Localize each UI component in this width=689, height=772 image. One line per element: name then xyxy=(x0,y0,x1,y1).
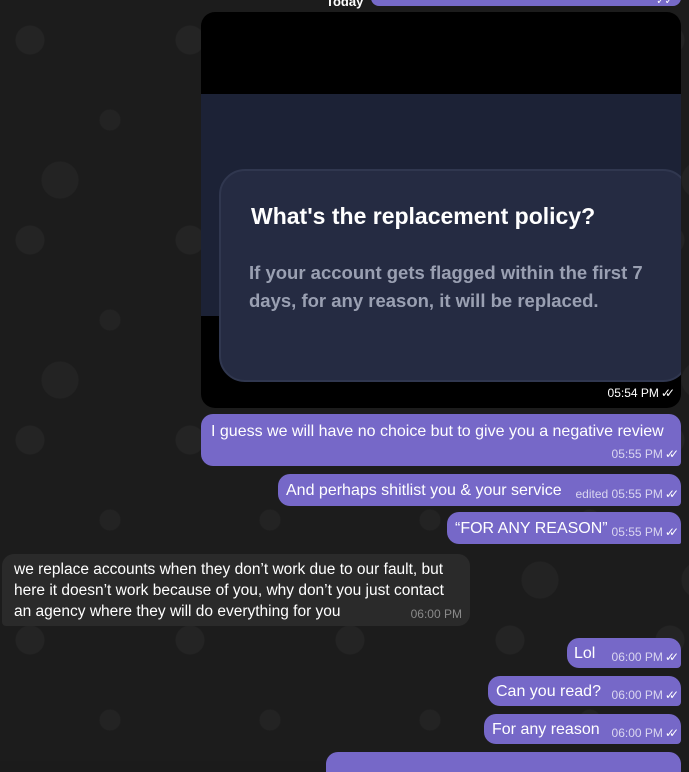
message-time: 06:00 PM ✓✓ xyxy=(611,688,680,702)
double-check-icon: ✓✓ xyxy=(664,688,679,702)
message-time: 06:00 PM ✓✓ xyxy=(611,726,680,740)
message-time: 06:00 PM xyxy=(411,607,462,621)
double-check-icon: ✓✓ xyxy=(664,487,679,501)
message-time-text: 06:00 PM xyxy=(611,650,663,664)
message-time-text: 06:00 PM xyxy=(611,726,663,740)
double-check-icon: ✓✓ xyxy=(660,386,675,400)
edited-label: edited xyxy=(575,487,609,501)
message-bubble[interactable]: For any reason 06:00 PM ✓✓ xyxy=(484,714,681,744)
policy-card-title: What's the replacement policy? xyxy=(251,203,596,229)
message-text: we replace accounts when they don’t work… xyxy=(14,561,444,620)
message-text: Can you read? xyxy=(496,683,601,700)
photo-message[interactable]: What's the replacement policy? If your a… xyxy=(201,12,681,408)
message-time: 05:54 PM ✓✓ xyxy=(607,386,676,400)
message-text: Lol xyxy=(574,645,596,662)
message-time-text: 05:54 PM xyxy=(607,386,659,400)
message-time: 06:00 PM ✓✓ xyxy=(611,650,680,664)
message-text: I guess we will have no choice but to gi… xyxy=(211,423,664,440)
message-bubble[interactable]: Lol 06:00 PM ✓✓ xyxy=(567,638,681,668)
message-bubble[interactable]: “FOR ANY REASON” 05:55 PM ✓✓ xyxy=(447,512,681,544)
double-check-icon: ✓✓ xyxy=(664,726,679,740)
message-time-text: 05:55 PM xyxy=(611,525,663,539)
message-time-text: 05:55 PM xyxy=(611,447,663,461)
double-check-icon: ✓✓ xyxy=(664,525,679,539)
message-time: 05:55 PM ✓✓ xyxy=(611,447,680,461)
message-text: “FOR ANY REASON” xyxy=(455,520,608,537)
message-time-text: 06:00 PM xyxy=(611,688,663,702)
message-bubble[interactable]: And perhaps shitlist you & your service … xyxy=(278,474,681,506)
message-bubble[interactable]: we replace accounts when they don’t work… xyxy=(2,554,470,626)
message-time: edited 05:55 PM ✓✓ xyxy=(575,487,679,501)
photo-image[interactable]: What's the replacement policy? If your a… xyxy=(201,94,681,382)
message-bubble[interactable]: Can you read? 06:00 PM ✓✓ xyxy=(488,676,681,706)
message-time-text: 05:55 PM xyxy=(611,487,663,501)
policy-card: What's the replacement policy? If your a… xyxy=(219,169,681,382)
message-text: For any reason xyxy=(492,721,600,738)
message-text: And perhaps shitlist you & your service xyxy=(286,482,562,499)
message-time-text: 06:00 PM xyxy=(410,607,462,621)
message-bubble[interactable]: I guess we will have no choice but to gi… xyxy=(201,414,681,466)
double-check-icon: ✓✓ xyxy=(656,0,673,7)
date-separator: Today xyxy=(326,0,364,9)
double-check-icon: ✓✓ xyxy=(664,447,679,461)
message-bubble-partial[interactable] xyxy=(326,752,681,772)
previous-message-bubble[interactable]: ✓✓ xyxy=(371,0,681,7)
policy-card-body: If your account gets flagged within the … xyxy=(249,262,643,311)
message-time: 05:55 PM ✓✓ xyxy=(611,525,680,539)
double-check-icon: ✓✓ xyxy=(664,650,679,664)
